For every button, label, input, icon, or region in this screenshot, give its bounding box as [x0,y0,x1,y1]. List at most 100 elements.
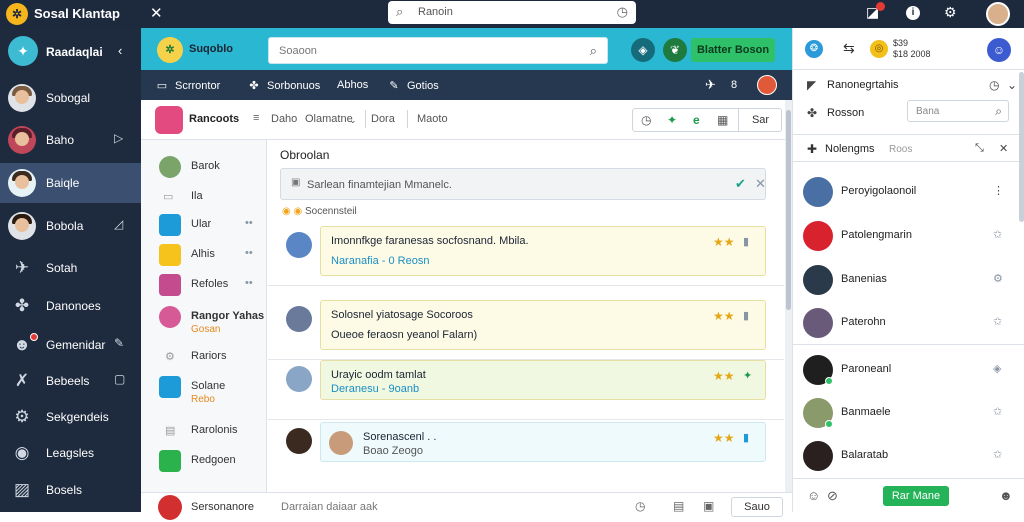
sidebar-item[interactable]: Baiqle [0,163,141,203]
collapse-chevron-icon[interactable]: ‹ [118,43,122,58]
profile-icon[interactable]: ☺ [987,38,1011,62]
primary-action-button[interactable]: Blatter Boson [691,38,775,62]
avatar[interactable] [757,75,777,95]
list-item[interactable]: Redgoen [141,444,267,474]
list-item[interactable]: ⚙ Rariors [141,340,267,370]
tab[interactable]: Daho [271,113,297,125]
list-item[interactable]: Ular •• [141,208,267,238]
e-icon[interactable]: e [693,113,700,127]
pin-icon[interactable]: ✩ [993,315,1002,328]
expand-icon[interactable]: ⤡ [975,142,984,155]
list-item[interactable]: ▤ Rarolonis [141,414,267,444]
emoji-icon[interactable]: ☺ [807,488,820,503]
user-avatar[interactable] [986,2,1010,26]
sidebar-item[interactable]: ✗ Bebeels ▢ [0,361,141,401]
close-icon[interactable]: ✕ [755,176,766,192]
workspace-icon[interactable]: ✦ [8,36,38,66]
friend-row[interactable]: Banmaele ✩ [793,391,1024,435]
sidebar-item[interactable]: ◉ Leagsles [0,433,141,473]
chat-filter-input[interactable]: ▣ Sarlean finamtejian Mmanelc. ✔ ✕ [280,168,766,200]
friend-row[interactable]: Patolengmarin ✩ [793,214,1024,258]
dropdown-chevron-icon[interactable]: ⌄ [349,115,357,126]
message-bubble[interactable]: Urayic oodm tamlat Deranesu - 9oanb ★★ ✦ [320,360,766,400]
list-item[interactable]: ▭ Ila [141,180,267,210]
sidebar-item[interactable]: ☻ Gemenidar ✎ [0,325,141,365]
sidebar-item[interactable]: Sobogal [0,78,141,118]
more-icon[interactable]: •• [245,217,253,229]
list-item[interactable]: Barok [141,150,267,180]
tab[interactable]: Maoto [417,113,448,125]
grid-icon[interactable]: ▦ [717,113,728,127]
pin-icon[interactable]: ✩ [993,405,1002,418]
sidebar-item[interactable]: ✈ Sotah [0,248,141,288]
friend-row[interactable]: Balaratab ✩ [793,434,1024,478]
attach-icon[interactable]: ▣ [703,499,714,513]
search-input[interactable]: Soaoon ⌕ [268,37,608,64]
friend-row[interactable]: Peroyigolaonoil ⋮ [793,170,1024,214]
message-bubble[interactable]: Solosnel yiatosage Socoroos Oueoe feraos… [320,300,766,350]
footer-button[interactable]: Rar Mane [883,486,949,506]
chat-scrollbar[interactable] [785,100,792,492]
sidebar-item[interactable]: Bobola ◿ [0,206,141,246]
bookmark-icon[interactable]: ▮ [743,235,749,248]
send-button[interactable]: Sauo [731,497,783,517]
pin-icon[interactable]: ✩ [993,228,1002,241]
shield-icon[interactable]: ◈ [993,362,1001,375]
nav-item[interactable]: ✎ Gotios [387,79,438,92]
document-icon[interactable]: ▤ [673,499,684,513]
pin-icon[interactable]: ✩ [993,448,1002,461]
friend-row[interactable]: Paterohn ✩ [793,301,1024,345]
link-icon[interactable]: ❂ [805,40,823,58]
scrollbar-thumb[interactable] [786,110,791,310]
info-icon[interactable]: i [906,6,920,20]
nav-item[interactable]: Abhos [337,79,368,91]
more-icon[interactable]: •• [245,247,253,259]
sidebar-item[interactable]: ▨ Bosels [0,470,141,510]
menu-icon[interactable]: ≡ [253,112,259,124]
nav-item[interactable]: ▭ Scrrontor [155,79,220,92]
panel-search-input[interactable]: Bana ⌕ [907,100,1009,122]
tab[interactable]: Dora [371,113,395,125]
clock-icon[interactable]: ◷ [989,78,999,92]
avatar[interactable] [286,232,312,258]
close-icon[interactable]: ✕ [150,4,163,22]
avatar[interactable] [286,366,312,392]
conversation-avatar[interactable] [155,106,183,134]
nav-item[interactable]: ✤ Sorbonuos [247,79,320,92]
message-input[interactable]: Darraian daiaar aak [281,501,378,513]
star-icon[interactable]: ✦ [667,113,677,127]
sidebar-item[interactable]: Baho ▷ [0,120,141,160]
close-icon[interactable]: ✕ [999,142,1008,155]
message-bubble[interactable]: Imonnfkge faranesas socfosnand. Mbila. N… [320,226,766,276]
global-search-input[interactable]: ⌕ Ranoin ◷ [388,1,636,24]
more-icon[interactable]: ⋮ [993,184,1004,197]
message-bubble[interactable]: Sorenascenl . . Boao Zeogo ★★ ▮ [320,422,766,462]
gear-icon[interactable]: ⚙ [993,272,1003,285]
friend-row[interactable]: Paroneanl ◈ [793,348,1024,392]
star-icon[interactable]: ✦ [743,369,752,382]
chevron-down-icon[interactable]: ⌄ [1007,78,1017,92]
compass-button[interactable]: ◈ [631,38,655,62]
sidebar-item[interactable]: ⚙ Sekgendeis [0,397,141,437]
share-icon[interactable]: ⇆ [843,40,855,57]
tab[interactable]: Olamatne [305,113,353,125]
chat-icon[interactable]: ☻ [999,488,1013,503]
bookmark-icon[interactable]: ▮ [743,431,749,444]
list-item[interactable]: Refoles •• [141,268,267,298]
avatar[interactable] [286,428,312,454]
clock-icon[interactable]: ◷ [635,499,645,513]
toolbar-button[interactable]: Sar [738,109,782,131]
timer-icon[interactable]: ◷ [641,113,651,127]
bookmark-icon[interactable]: ▮ [743,309,749,322]
list-item[interactable]: Rangor Yahas Gosan [141,300,267,335]
leaf-button[interactable]: ❦ [663,38,687,62]
twitter-icon[interactable]: ✈ [705,77,716,93]
list-item[interactable]: Solane Rebo [141,370,267,405]
sidebar-item[interactable]: ✤ Danonoes [0,286,141,326]
check-icon[interactable]: ✔ [735,176,746,192]
more-icon[interactable]: •• [245,277,253,289]
gear-icon[interactable]: ⚙ [944,4,957,21]
avatar[interactable] [286,306,312,332]
list-item[interactable]: Alhis •• [141,238,267,268]
tag-icon[interactable]: ⊘ [827,488,838,504]
